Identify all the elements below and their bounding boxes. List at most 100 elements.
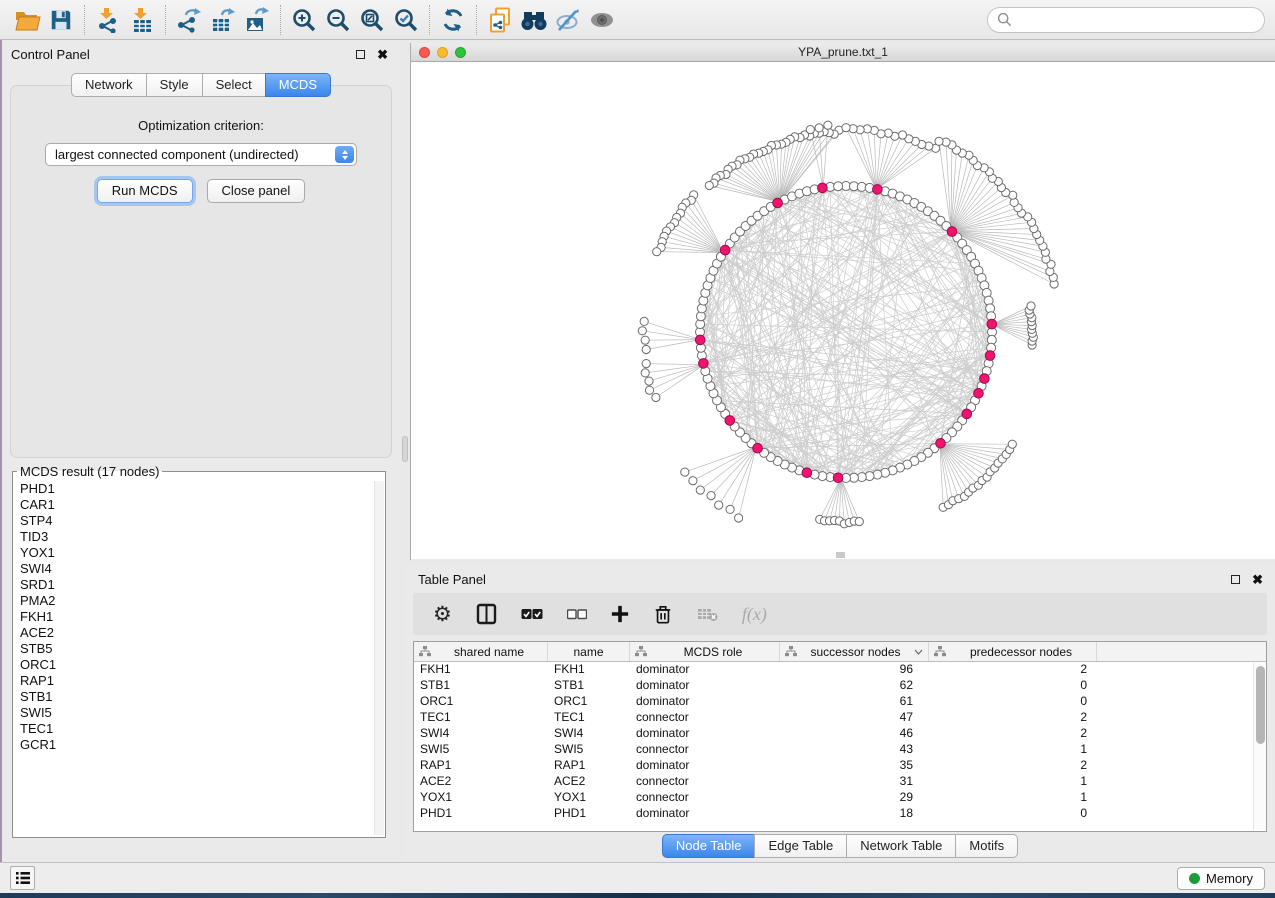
tab-style[interactable]: Style bbox=[146, 73, 203, 97]
table-row[interactable]: ACE2ACE2connector311 bbox=[414, 774, 1266, 790]
float-panel-icon[interactable] bbox=[1231, 575, 1240, 584]
tab-network[interactable]: Network bbox=[71, 73, 147, 97]
table-row[interactable]: SWI5SWI5connector431 bbox=[414, 742, 1266, 758]
column-header-shared-name[interactable]: shared name bbox=[414, 642, 548, 661]
table-cell[interactable]: 1 bbox=[929, 742, 1097, 758]
tab-node-table[interactable]: Node Table bbox=[662, 834, 756, 858]
splitter-handle-icon[interactable] bbox=[402, 436, 408, 462]
mcds-result-item[interactable]: ACE2 bbox=[20, 625, 385, 641]
table-cell[interactable]: 31 bbox=[780, 774, 929, 790]
table-cell[interactable]: 62 bbox=[780, 678, 929, 694]
mcds-result-item[interactable]: SRD1 bbox=[20, 577, 385, 593]
table-cell[interactable]: STB1 bbox=[548, 678, 630, 694]
table-cell[interactable]: dominator bbox=[630, 662, 780, 678]
mcds-result-item[interactable]: STP4 bbox=[20, 513, 385, 529]
network-window-titlebar[interactable]: YPA_prune.txt_1 bbox=[411, 43, 1275, 62]
table-row[interactable]: FKH1FKH1dominator962 bbox=[414, 662, 1266, 678]
table-cell[interactable]: YOX1 bbox=[548, 790, 630, 806]
table-cell[interactable]: FKH1 bbox=[548, 662, 630, 678]
table-row[interactable]: RAP1RAP1dominator352 bbox=[414, 758, 1266, 774]
table-cell[interactable]: 61 bbox=[780, 694, 929, 710]
mcds-result-item[interactable]: GCR1 bbox=[20, 737, 385, 753]
share-document-icon[interactable] bbox=[483, 5, 517, 35]
column-visibility-icon[interactable] bbox=[476, 603, 497, 625]
table-cell[interactable]: dominator bbox=[630, 726, 780, 742]
table-cell[interactable]: PHD1 bbox=[548, 806, 630, 822]
mcds-result-item[interactable]: SWI4 bbox=[20, 561, 385, 577]
mcds-result-item[interactable]: CAR1 bbox=[20, 497, 385, 513]
table-cell[interactable]: TEC1 bbox=[414, 710, 548, 726]
table-cell[interactable]: 2 bbox=[929, 710, 1097, 726]
table-cell[interactable]: 96 bbox=[780, 662, 929, 678]
table-cell[interactable]: 46 bbox=[780, 726, 929, 742]
network-canvas[interactable] bbox=[411, 62, 1275, 559]
table-row[interactable]: TEC1TEC1connector472 bbox=[414, 710, 1266, 726]
table-cell[interactable]: STB1 bbox=[414, 678, 548, 694]
export-table-icon[interactable] bbox=[206, 5, 240, 35]
import-table-icon[interactable] bbox=[125, 5, 159, 35]
column-header-name[interactable]: name bbox=[548, 642, 630, 661]
delete-table-icon[interactable] bbox=[697, 606, 718, 622]
show-panels-icon[interactable] bbox=[585, 5, 619, 35]
mcds-result-item[interactable]: FKH1 bbox=[20, 609, 385, 625]
search-box[interactable] bbox=[987, 7, 1265, 33]
tab-motifs[interactable]: Motifs bbox=[955, 834, 1018, 858]
table-cell[interactable]: 0 bbox=[929, 806, 1097, 822]
table-cell[interactable]: TEC1 bbox=[548, 710, 630, 726]
criterion-select[interactable]: largest connected component (undirected) bbox=[45, 143, 357, 166]
zoom-out-icon[interactable] bbox=[321, 5, 355, 35]
scrollbar-thumb[interactable] bbox=[1256, 666, 1265, 744]
table-row[interactable]: SWI4SWI4dominator462 bbox=[414, 726, 1266, 742]
table-cell[interactable]: FKH1 bbox=[414, 662, 548, 678]
table-cell[interactable]: 1 bbox=[929, 790, 1097, 806]
search-input[interactable] bbox=[1012, 12, 1255, 27]
table-cell[interactable]: SWI5 bbox=[414, 742, 548, 758]
table-cell[interactable]: ACE2 bbox=[548, 774, 630, 790]
table-cell[interactable]: dominator bbox=[630, 678, 780, 694]
float-panel-icon[interactable] bbox=[356, 50, 365, 59]
table-cell[interactable]: 47 bbox=[780, 710, 929, 726]
mcds-result-item[interactable]: PMA2 bbox=[20, 593, 385, 609]
mcds-result-item[interactable]: RAP1 bbox=[20, 673, 385, 689]
table-cell[interactable]: dominator bbox=[630, 758, 780, 774]
mcds-result-item[interactable]: TEC1 bbox=[20, 721, 385, 737]
table-cell[interactable]: RAP1 bbox=[414, 758, 548, 774]
search-binoculars-icon[interactable] bbox=[517, 5, 551, 35]
network-hscroll-thumb[interactable] bbox=[836, 552, 845, 558]
table-cell[interactable]: 1 bbox=[929, 774, 1097, 790]
memory-button[interactable]: Memory bbox=[1177, 867, 1265, 890]
table-cell[interactable]: 2 bbox=[929, 662, 1097, 678]
table-row[interactable]: ORC1ORC1dominator610 bbox=[414, 694, 1266, 710]
status-menu-button[interactable] bbox=[10, 866, 35, 890]
export-network-icon[interactable] bbox=[172, 5, 206, 35]
table-cell[interactable]: 18 bbox=[780, 806, 929, 822]
table-cell[interactable]: ORC1 bbox=[414, 694, 548, 710]
mcds-result-item[interactable]: YOX1 bbox=[20, 545, 385, 561]
zoom-selected-icon[interactable] bbox=[389, 5, 423, 35]
mcds-result-item[interactable]: PHD1 bbox=[20, 481, 385, 497]
save-session-icon[interactable] bbox=[44, 5, 78, 35]
zoom-in-icon[interactable] bbox=[287, 5, 321, 35]
refresh-icon[interactable] bbox=[436, 5, 470, 35]
open-file-icon[interactable] bbox=[10, 5, 44, 35]
table-cell[interactable]: connector bbox=[630, 774, 780, 790]
tab-edge-table[interactable]: Edge Table bbox=[754, 834, 847, 858]
mcds-result-item[interactable]: SWI5 bbox=[20, 705, 385, 721]
table-cell[interactable]: SWI4 bbox=[548, 726, 630, 742]
table-cell[interactable]: SWI5 bbox=[548, 742, 630, 758]
table-cell[interactable]: 0 bbox=[929, 678, 1097, 694]
export-image-icon[interactable] bbox=[240, 5, 274, 35]
minimize-window-icon[interactable] bbox=[437, 47, 448, 58]
table-cell[interactable]: connector bbox=[630, 710, 780, 726]
close-panel-icon[interactable]: ✖ bbox=[1252, 573, 1263, 586]
maximize-window-icon[interactable] bbox=[455, 47, 466, 58]
delete-column-icon[interactable] bbox=[653, 604, 673, 625]
import-network-icon[interactable] bbox=[91, 5, 125, 35]
mcds-result-item[interactable]: TID3 bbox=[20, 529, 385, 545]
table-row[interactable]: STB1STB1dominator620 bbox=[414, 678, 1266, 694]
table-cell[interactable]: 35 bbox=[780, 758, 929, 774]
table-cell[interactable]: connector bbox=[630, 790, 780, 806]
table-cell[interactable]: YOX1 bbox=[414, 790, 548, 806]
table-row[interactable]: PHD1PHD1dominator180 bbox=[414, 806, 1266, 822]
table-cell[interactable]: 29 bbox=[780, 790, 929, 806]
